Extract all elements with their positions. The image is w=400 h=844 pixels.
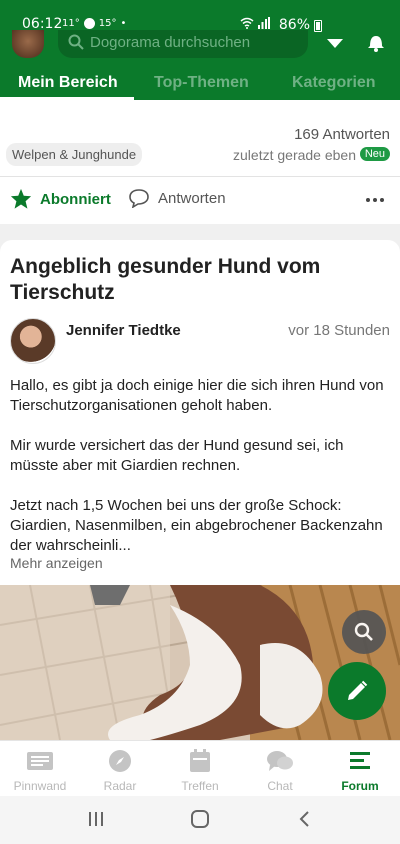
nav-forum[interactable]: Forum (320, 749, 400, 793)
status-bar: 06:12 11° 15° • 86% (0, 0, 400, 33)
post-body: Hallo, es gibt ja doch einige hier die s… (10, 376, 394, 576)
new-badge: Neu (359, 147, 390, 161)
battery-icon (314, 20, 322, 32)
bell-icon[interactable] (366, 34, 386, 52)
tab-top-themen[interactable]: Top-Themen (154, 74, 249, 92)
divider (0, 176, 400, 177)
answer-count: 169 Antworten (294, 126, 390, 143)
app-header: 06:12 11° 15° • 86% Dogorama durchsuchen… (0, 0, 400, 100)
last-activity: zuletzt gerade eben (233, 147, 356, 163)
compass-icon (109, 750, 131, 772)
wifi-icon (240, 17, 254, 29)
nav-label: Radar (103, 779, 137, 793)
back-icon[interactable] (298, 810, 310, 828)
dot-icon: • (120, 18, 127, 29)
pencil-icon (348, 680, 368, 700)
screen: 06:12 11° 15° • 86% Dogorama durchsuchen… (0, 0, 400, 844)
write-post-button[interactable] (328, 662, 386, 720)
nav-label: Pinnwand (13, 779, 67, 793)
more-options-icon[interactable] (366, 198, 384, 202)
post-paragraph: Jetzt nach 1,5 Wochen bei uns der große … (10, 497, 383, 554)
nav-treffen[interactable]: Treffen (160, 749, 240, 793)
search-input[interactable]: Dogorama durchsuchen (58, 30, 308, 58)
status-weather: 15° (98, 18, 117, 29)
author-name[interactable]: Jennifer Tiedtke (66, 322, 181, 339)
post-paragraph: Mir wurde versichert das der Hund gesund… (10, 437, 344, 474)
post-time: vor 18 Stunden (288, 322, 390, 339)
subscribed-label: Abonniert (40, 190, 111, 208)
profile-avatar[interactable] (12, 30, 44, 58)
star-icon (10, 188, 32, 209)
reply-label: Antworten (158, 189, 226, 207)
pinboard-icon (27, 752, 53, 770)
forum-icon (350, 752, 370, 769)
nav-radar[interactable]: Radar (80, 749, 160, 793)
post-image[interactable] (0, 585, 400, 740)
category-tag[interactable]: Welpen & Junghunde (6, 143, 143, 166)
status-left-icons: 11° 15° • (62, 18, 126, 29)
dog-photo (0, 585, 400, 740)
chat-icon (267, 751, 293, 771)
post-title: Angeblich gesunder Hund vom Tierschutz (10, 255, 321, 304)
chevron-down-icon[interactable] (326, 38, 344, 50)
floating-search-button[interactable] (342, 610, 386, 654)
nav-pinnwand[interactable]: Pinnwand (0, 749, 80, 793)
home-icon[interactable] (190, 810, 210, 828)
status-right-icons (240, 17, 270, 29)
search-icon (68, 34, 84, 50)
nav-label: Forum (341, 779, 379, 793)
show-more-link[interactable]: Mehr anzeigen (10, 555, 103, 571)
nav-chat[interactable]: Chat (240, 749, 320, 793)
signal-icon (258, 17, 270, 29)
tab-bar: Mein Bereich Top-Themen Kategorien (0, 66, 400, 100)
nav-label: Treffen (181, 779, 219, 793)
search-icon (354, 622, 373, 641)
author-avatar[interactable] (10, 318, 56, 364)
status-left-info: 11° (62, 18, 80, 29)
post-paragraph: Hallo, es gibt ja doch einige hier die s… (10, 377, 384, 414)
subscribed-button[interactable]: Abonniert (10, 188, 111, 210)
recent-apps-icon[interactable] (88, 810, 104, 828)
reply-button[interactable]: Antworten (128, 188, 226, 208)
bottom-navigation: Pinnwand Radar Treffen Chat Forum (0, 740, 400, 796)
whatsapp-icon (83, 18, 95, 29)
search-placeholder: Dogorama durchsuchen (90, 34, 251, 51)
calendar-icon (190, 749, 210, 772)
nav-label: Chat (267, 779, 293, 793)
tab-kategorien[interactable]: Kategorien (292, 74, 376, 92)
system-navigation (0, 796, 400, 844)
comment-icon (129, 189, 149, 208)
tab-mein-bereich[interactable]: Mein Bereich (18, 74, 118, 92)
